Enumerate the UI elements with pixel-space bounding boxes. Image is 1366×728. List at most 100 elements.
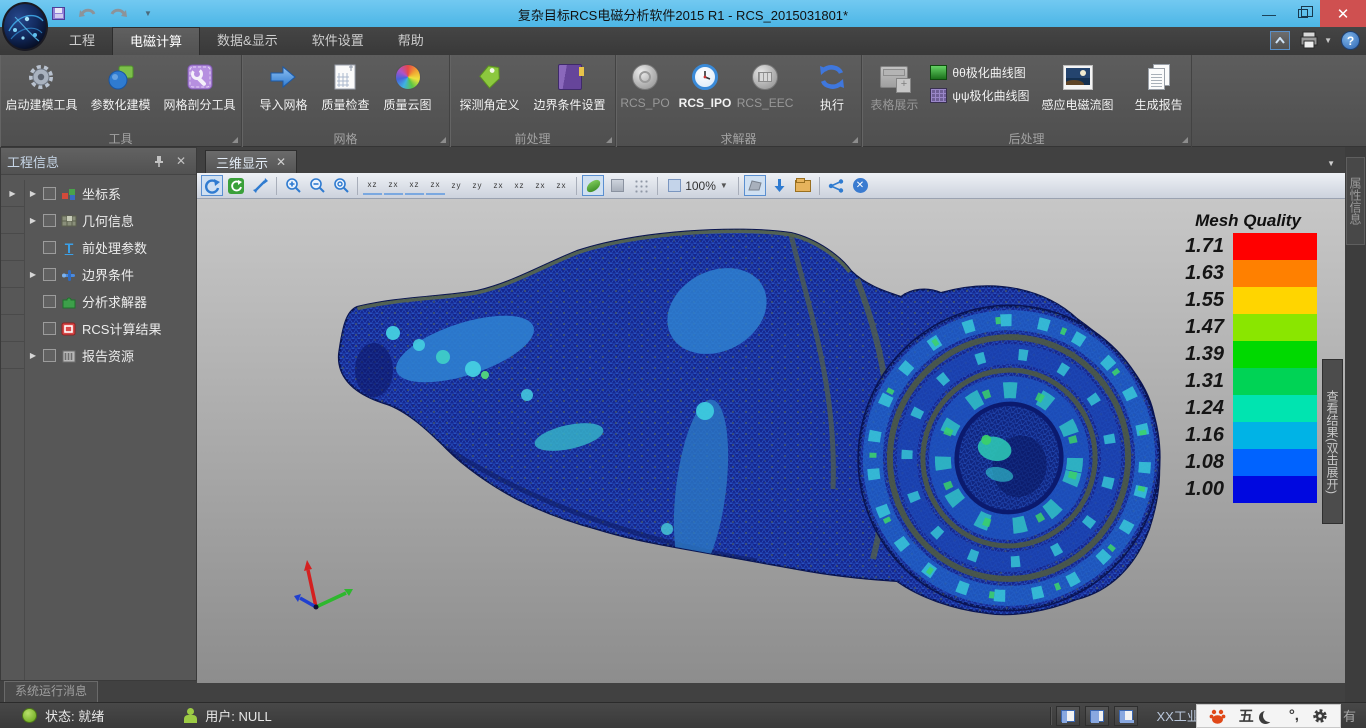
solver-rcs-po-button[interactable]: RCS_PO (616, 60, 674, 112)
moon-icon[interactable] (1263, 709, 1276, 722)
close-panel-icon[interactable]: ✕ (172, 154, 190, 168)
solver-rcs-ipo-button[interactable]: RCS_IPO (676, 60, 734, 112)
ribbon-group-tools: 启动建模工具 参数化建模 网格剖分工具 工具 (0, 55, 242, 147)
view-xz-button[interactable]: xz (363, 176, 382, 195)
tree-item-report-resources[interactable]: ▶ 报告资源 (25, 342, 196, 369)
layout-left-button[interactable] (1056, 706, 1080, 726)
dialog-launcher-icon[interactable] (852, 137, 858, 143)
execute-button[interactable]: 执行 (803, 60, 861, 115)
property-info-tab[interactable]: 属性信息 (1346, 157, 1365, 245)
tab-help[interactable]: 帮助 (381, 27, 441, 55)
view-iso3-button[interactable]: zx (531, 176, 550, 195)
import-view-button[interactable] (768, 175, 790, 196)
project-panel-title: 工程信息 (7, 152, 154, 171)
app-logo[interactable] (2, 2, 48, 51)
flat-mode-button[interactable] (606, 175, 628, 196)
minimize-button[interactable]: — (1252, 0, 1286, 27)
layout-bottom-icon (1119, 710, 1133, 722)
tree-item-analysis-solver[interactable]: 分析求解器 (25, 288, 196, 315)
tab-list-dropdown[interactable]: ▼ (1327, 159, 1335, 168)
collapse-ribbon-button[interactable] (1270, 31, 1290, 50)
layout-split-button[interactable] (1085, 706, 1109, 726)
zoom-in-button[interactable] (282, 175, 304, 196)
solver-rcs-eec-button[interactable]: RCS_EEC (736, 60, 794, 112)
theta-polarization-curve-button[interactable]: θθ极化曲线图 (930, 64, 1029, 81)
view-zx2-button[interactable]: zx (426, 176, 445, 195)
tree-item-preprocess-params[interactable]: T 前处理参数 (25, 234, 196, 261)
pan-view-button[interactable] (249, 175, 271, 196)
close-button[interactable]: ✕ (1320, 0, 1366, 27)
mesh-partition-tool-button[interactable]: 网格剖分工具 (158, 60, 241, 115)
checkbox[interactable] (43, 322, 56, 335)
dialog-launcher-icon[interactable] (606, 137, 612, 143)
print-preview-button[interactable]: ▼ (1299, 30, 1332, 50)
checkbox[interactable] (43, 268, 56, 281)
expand-arrow-icon[interactable]: ▶ (27, 189, 39, 198)
share-button[interactable] (825, 175, 847, 196)
view-zx-button[interactable]: zx (384, 176, 403, 195)
checkbox[interactable] (43, 349, 56, 362)
root-expand-arrow[interactable]: ▶ (1, 180, 24, 207)
psi-polarization-curve-button[interactable]: ψψ极化曲线图 (930, 87, 1029, 104)
view-iso4-button[interactable]: zx (552, 176, 571, 195)
project-info-panel: 工程信息 ✕ ▶ ▶ (0, 147, 197, 681)
vendor-text-left: XX工业 (1156, 706, 1199, 725)
tab-data-display[interactable]: 数据&显示 (200, 27, 295, 55)
detection-angle-button[interactable]: 探测角定义 (453, 60, 525, 115)
close-view-button[interactable]: ✕ (849, 175, 871, 196)
dialog-launcher-icon[interactable] (440, 137, 446, 143)
induced-current-map-button[interactable]: 感应电磁流图 (1036, 60, 1120, 115)
quality-check-button[interactable]: 质量检查 (315, 60, 375, 115)
rotate-view-button[interactable] (201, 175, 223, 196)
restore-button[interactable] (1286, 0, 1320, 27)
tab-project[interactable]: 工程 (52, 27, 112, 55)
view-zy2-button[interactable]: zy (468, 176, 487, 195)
snapshot-button[interactable] (792, 175, 814, 196)
checkbox[interactable] (43, 214, 56, 227)
boundary-condition-settings-button[interactable]: 边界条件设置 (528, 60, 612, 115)
tab-3d-display[interactable]: 三维显示 ✕ (205, 150, 297, 173)
view-xz2-button[interactable]: xz (405, 176, 424, 195)
tab-em-computation[interactable]: 电磁计算 (112, 27, 200, 55)
shaded-mode-button[interactable] (582, 175, 604, 196)
close-tab-icon[interactable]: ✕ (276, 155, 286, 169)
dialog-launcher-icon[interactable] (1182, 137, 1188, 143)
checkbox[interactable] (43, 187, 56, 200)
expand-arrow-icon[interactable]: ▶ (27, 216, 39, 225)
launch-modeling-tool-button[interactable]: 启动建模工具 (0, 60, 83, 115)
zoom-fit-button[interactable] (330, 175, 352, 196)
system-messages-tab[interactable]: 系统运行消息 (4, 681, 98, 702)
dialog-launcher-icon[interactable] (232, 137, 238, 143)
spin-view-button[interactable] (225, 175, 247, 196)
generate-report-button[interactable]: 生成报告 (1129, 60, 1189, 115)
view-iso1-button[interactable]: zx (489, 176, 508, 195)
zoom-level-select[interactable]: 100% ▼ (663, 175, 733, 196)
points-mode-button[interactable] (630, 175, 652, 196)
quality-cloud-map-button[interactable]: 质量云图 (378, 60, 438, 115)
tree-item-boundary-conditions[interactable]: ▶ 边界条件 (25, 261, 196, 288)
view-results-tab[interactable]: 查看结果(双击展开) (1322, 359, 1343, 524)
viewport-3d[interactable]: Mesh Quality 1.71 1.63 1.55 1.47 1.39 1.… (197, 199, 1345, 683)
surface-filter-button[interactable] (744, 175, 766, 196)
checkbox[interactable] (43, 241, 56, 254)
table-display-button[interactable]: 表格展示 (864, 60, 924, 115)
parametric-modeling-button[interactable]: 参数化建模 (85, 60, 156, 115)
tree-item-geometry-info[interactable]: ▶ 几何信息 (25, 207, 196, 234)
tree-item-coordinate-system[interactable]: ▶ 坐标系 (25, 180, 196, 207)
view-iso2-button[interactable]: xz (510, 176, 529, 195)
checkbox[interactable] (43, 295, 56, 308)
view-zy-button[interactable]: zy (447, 176, 466, 195)
expand-arrow-icon[interactable]: ▶ (27, 270, 39, 279)
layout-bottom-button[interactable] (1114, 706, 1138, 726)
expand-arrow-icon[interactable]: ▶ (27, 351, 39, 360)
pin-icon[interactable] (154, 155, 172, 167)
ime-settings-gear-icon[interactable] (1312, 708, 1328, 724)
help-button[interactable]: ? (1341, 31, 1360, 50)
tree-item-rcs-results[interactable]: RCS计算结果 (25, 315, 196, 342)
zoom-out-button[interactable] (306, 175, 328, 196)
import-mesh-button[interactable]: 导入网格 (253, 60, 313, 115)
ime-mode-label[interactable]: 五 (1239, 705, 1254, 726)
tab-software-settings[interactable]: 软件设置 (295, 27, 381, 55)
ime-punct-label[interactable]: °, (1289, 707, 1299, 724)
ime-toolbar[interactable]: 五 °, (1196, 704, 1341, 728)
